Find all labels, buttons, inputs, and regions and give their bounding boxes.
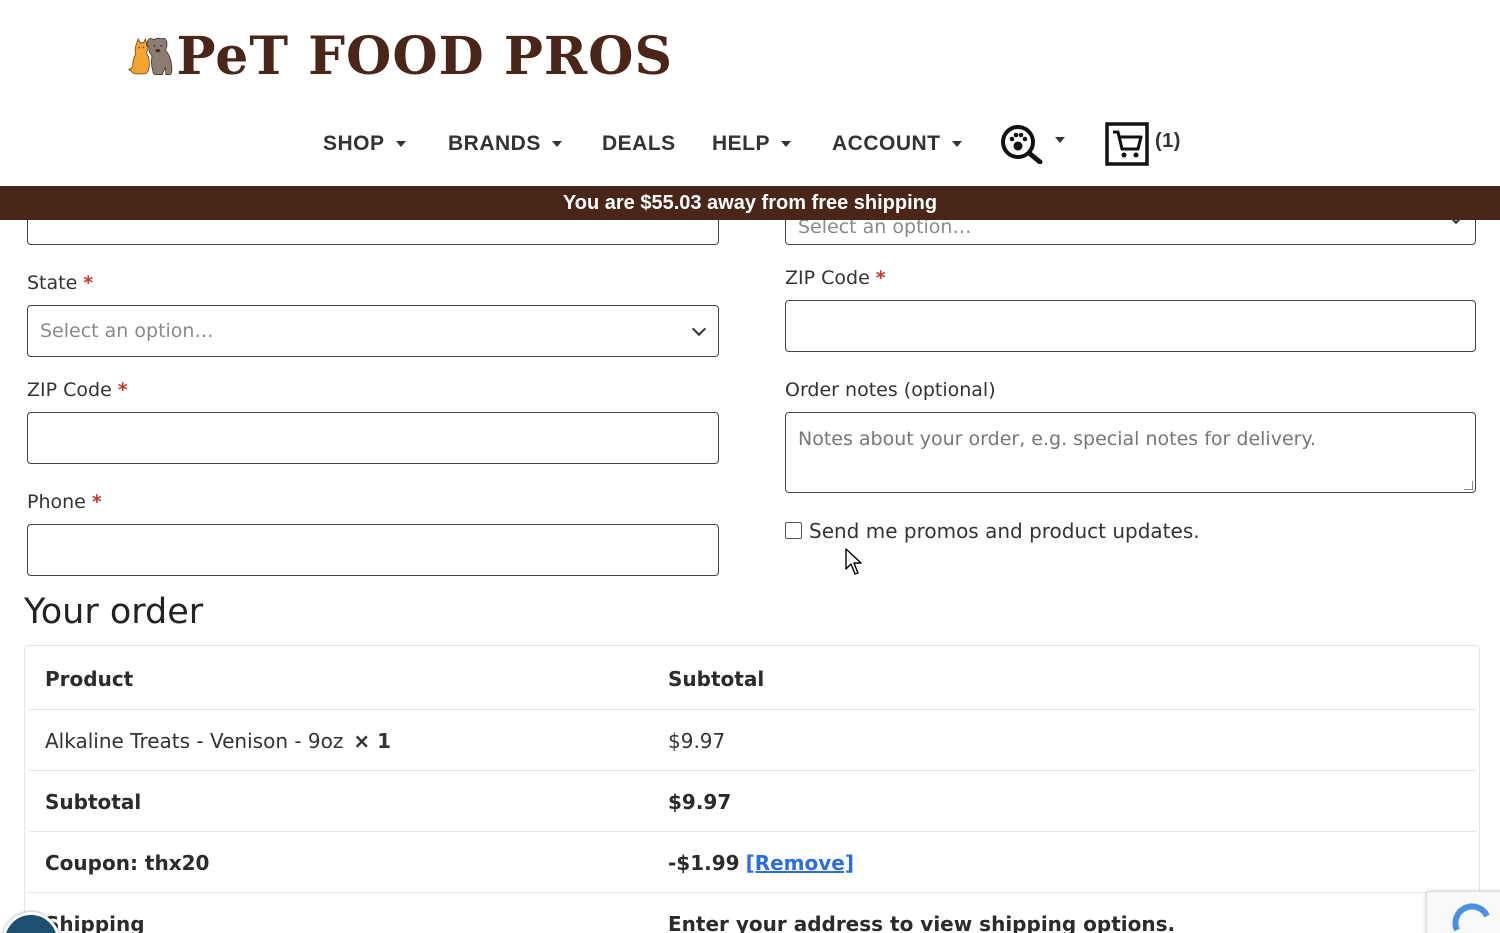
nav-cart[interactable]: (1) bbox=[1105, 118, 1181, 170]
nav-brands[interactable]: BRANDS bbox=[448, 118, 562, 170]
recaptcha-badge[interactable] bbox=[1426, 891, 1500, 933]
remove-coupon-link[interactable]: [Remove] bbox=[746, 851, 854, 875]
cat-dog-logo-icon bbox=[128, 37, 173, 76]
shipping-value: Enter your address to view shipping opti… bbox=[668, 911, 1176, 933]
column-divider bbox=[651, 893, 654, 933]
caret-down-icon bbox=[551, 141, 562, 147]
header-subtotal: Subtotal bbox=[668, 666, 765, 691]
column-divider bbox=[651, 771, 654, 832]
state-label-text: State bbox=[27, 272, 78, 294]
item-price: $9.97 bbox=[668, 728, 726, 753]
nav-shop-label: SHOP bbox=[323, 132, 385, 155]
shipping-row: Shipping Enter your address to view ship… bbox=[28, 893, 1477, 933]
zip-label-left-text: ZIP Code bbox=[27, 379, 112, 401]
phone-input[interactable] bbox=[27, 524, 719, 576]
subtotal-label: Subtotal bbox=[45, 789, 142, 814]
zip-input-right[interactable] bbox=[785, 300, 1476, 352]
column-divider bbox=[651, 832, 654, 893]
required-mark: * bbox=[875, 267, 886, 289]
nav-search[interactable] bbox=[1000, 118, 1065, 170]
nav-help-label: HELP bbox=[712, 132, 771, 155]
chevron-down-icon bbox=[691, 321, 707, 337]
table-row: Alkaline Treats - Venison - 9oz × 1 $9.97 bbox=[28, 710, 1477, 771]
nav-deals-label: DEALS bbox=[602, 132, 676, 155]
nav-brands-label: BRANDS bbox=[448, 132, 541, 155]
shipping-label: Shipping bbox=[45, 911, 145, 933]
caret-down-icon bbox=[395, 141, 406, 147]
subtotal-value: $9.97 bbox=[668, 789, 732, 814]
nav-account[interactable]: ACCOUNT bbox=[832, 118, 962, 170]
phone-label-text: Phone bbox=[27, 491, 86, 513]
zip-label-right: ZIP Code * bbox=[785, 267, 886, 289]
mouse-cursor-icon bbox=[845, 548, 862, 575]
site-logo[interactable]: PeT FOOD PROS bbox=[128, 4, 673, 108]
main-nav: SHOP BRANDS DEALS HELP ACCOUNT (1) bbox=[0, 118, 1500, 170]
state-select[interactable]: Select an option… bbox=[27, 305, 719, 357]
nav-help[interactable]: HELP bbox=[712, 118, 792, 170]
cart-icon bbox=[1105, 122, 1149, 166]
order-title: Your order bbox=[24, 592, 204, 632]
promo-checkbox-label[interactable]: Send me promos and product updates. bbox=[809, 519, 1200, 543]
nav-deals[interactable]: DEALS bbox=[602, 118, 676, 170]
free-shipping-banner: You are $55.03 away from free shipping bbox=[0, 186, 1500, 220]
caret-down-icon bbox=[951, 141, 962, 147]
paw-search-icon bbox=[1001, 125, 1043, 164]
required-mark: * bbox=[83, 272, 94, 294]
coupon-value-cell: -$1.99 [Remove] bbox=[668, 851, 854, 875]
zip-label-left: ZIP Code * bbox=[27, 379, 128, 401]
column-divider bbox=[651, 710, 654, 771]
required-mark: * bbox=[91, 491, 102, 513]
order-table: Product Subtotal Alkaline Treats - Venis… bbox=[24, 645, 1480, 933]
table-header-row: Product Subtotal bbox=[28, 648, 1477, 709]
order-notes-textarea[interactable]: Notes about your order, e.g. special not… bbox=[785, 412, 1476, 493]
coupon-row: Coupon: thx20 -$1.99 [Remove] bbox=[28, 832, 1477, 893]
subtotal-row: Subtotal $9.97 bbox=[28, 771, 1477, 832]
required-mark: * bbox=[117, 379, 128, 401]
resize-handle-icon[interactable] bbox=[1464, 481, 1473, 490]
state-select-placeholder: Select an option… bbox=[40, 320, 214, 342]
promo-checkbox[interactable] bbox=[785, 522, 802, 539]
caret-down-icon bbox=[781, 141, 792, 147]
state-label: State * bbox=[27, 272, 93, 294]
item-name-text: Alkaline Treats - Venison - 9oz bbox=[45, 728, 344, 753]
phone-label: Phone * bbox=[27, 491, 102, 513]
site-header: PeT FOOD PROS SHOP BRANDS DEALS HELP ACC… bbox=[0, 0, 1500, 186]
header-product: Product bbox=[45, 666, 134, 691]
coupon-value: -$1.99 bbox=[668, 850, 740, 875]
banner-text: You are $55.03 away from free shipping bbox=[562, 191, 938, 214]
caret-down-icon bbox=[1055, 137, 1065, 143]
order-notes-label-text: Order notes (optional) bbox=[785, 379, 996, 401]
recaptcha-icon bbox=[1452, 903, 1490, 932]
nav-account-label: ACCOUNT bbox=[832, 132, 941, 155]
nav-shop[interactable]: SHOP bbox=[323, 118, 406, 170]
coupon-label: Coupon: thx20 bbox=[45, 850, 210, 875]
item-name: Alkaline Treats - Venison - 9oz × 1 bbox=[45, 729, 391, 753]
zip-input-left[interactable] bbox=[27, 412, 719, 464]
zip-label-right-text: ZIP Code bbox=[785, 267, 870, 289]
brand-name: PeT FOOD PROS bbox=[176, 25, 673, 87]
order-notes-placeholder: Notes about your order, e.g. special not… bbox=[798, 428, 1317, 450]
order-notes-label: Order notes (optional) bbox=[785, 379, 996, 401]
cart-count: (1) bbox=[1155, 129, 1181, 152]
item-qty: × 1 bbox=[353, 728, 392, 753]
